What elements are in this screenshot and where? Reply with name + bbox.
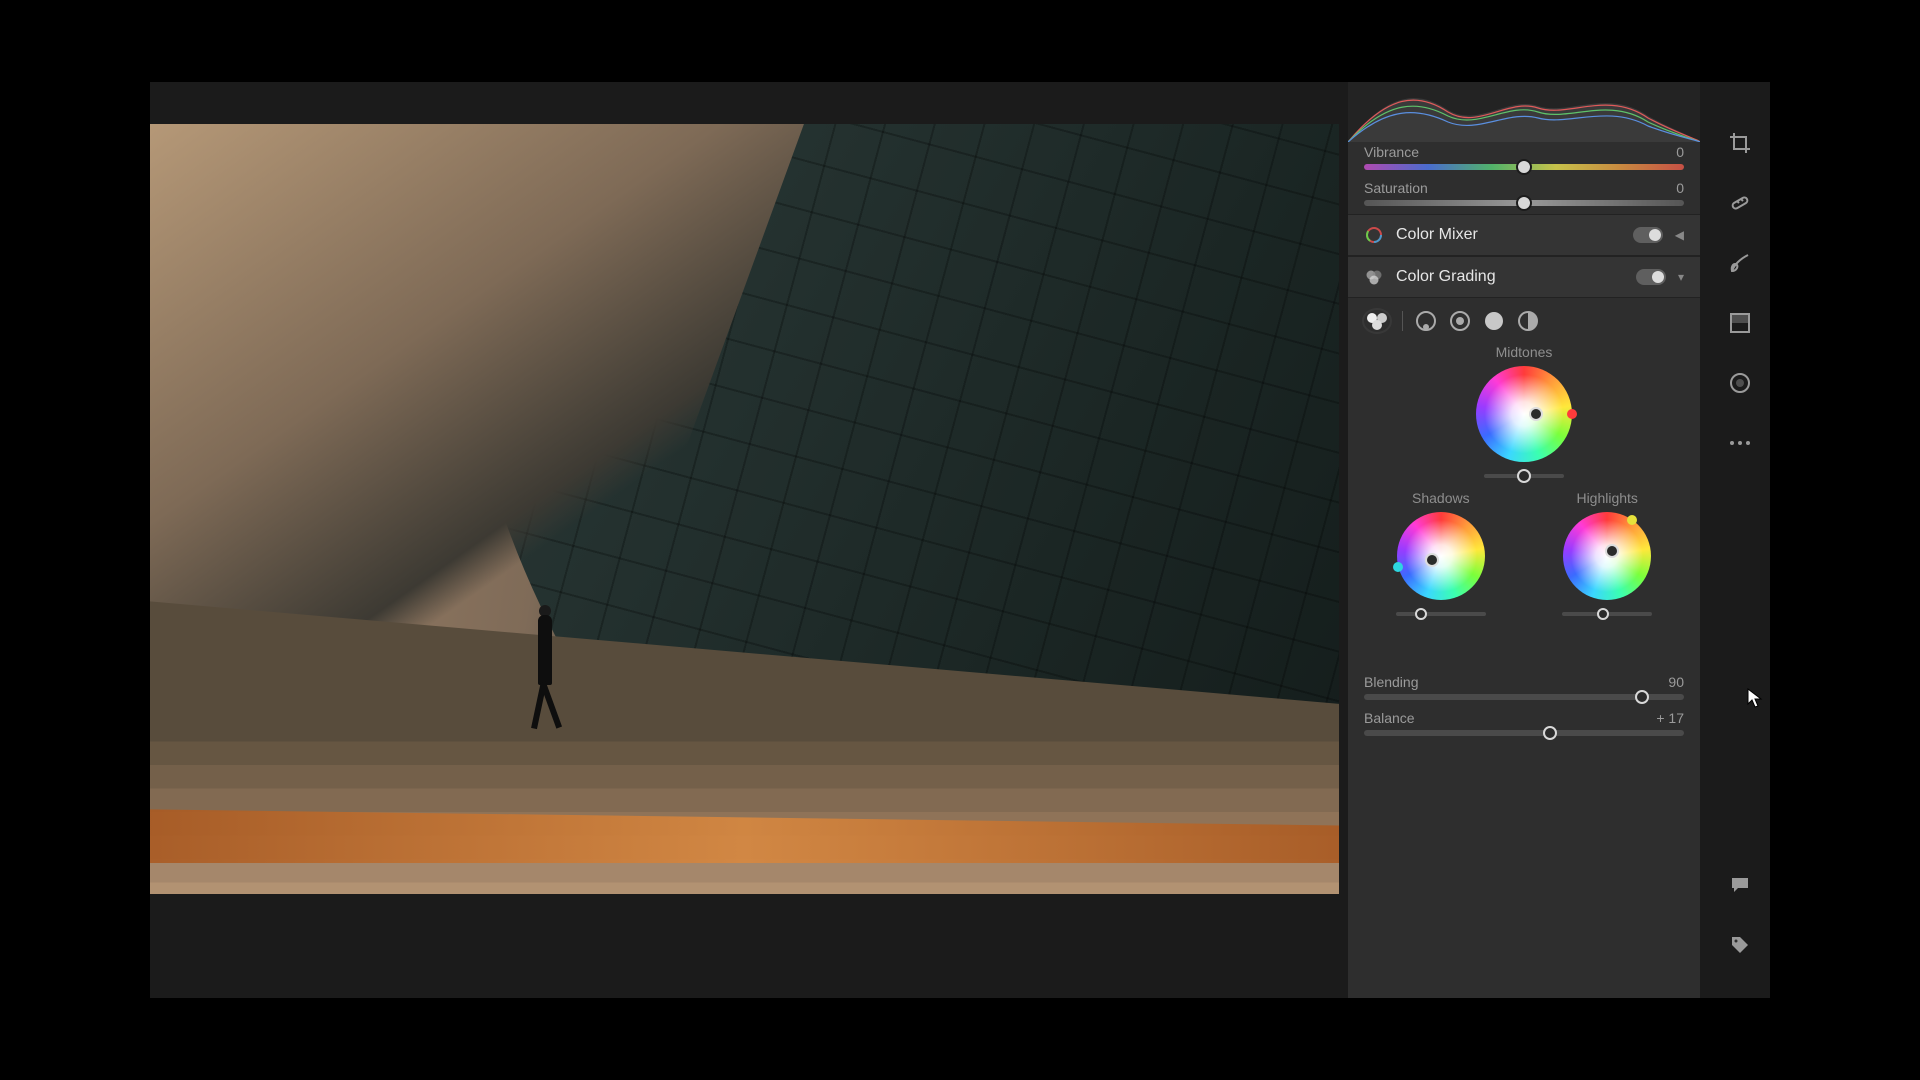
brush-icon[interactable] (1727, 250, 1753, 276)
color-mixer-toggle[interactable] (1633, 227, 1663, 243)
vibrance-knob[interactable] (1516, 159, 1532, 175)
shadows-edge-dot (1393, 562, 1403, 572)
color-grading-view-row (1348, 298, 1700, 336)
balance-slider[interactable] (1364, 730, 1684, 736)
more-icon[interactable] (1727, 430, 1753, 456)
view-global-icon[interactable] (1517, 310, 1539, 332)
midtones-label: Midtones (1496, 344, 1553, 360)
color-mixer-header[interactable]: Color Mixer ◀ (1348, 214, 1700, 256)
color-grading-icon (1364, 267, 1384, 287)
saturation-value: 0 (1676, 180, 1684, 196)
healing-icon[interactable] (1727, 190, 1753, 216)
saturation-slider[interactable] (1364, 200, 1684, 206)
color-grading-chevron-icon[interactable]: ▾ (1678, 270, 1684, 284)
view-midtones-icon[interactable] (1449, 310, 1471, 332)
saturation-label: Saturation (1364, 180, 1428, 196)
tag-icon[interactable] (1727, 932, 1753, 958)
color-mixer-chevron-icon[interactable]: ◀ (1675, 228, 1684, 242)
vibrance-row: Vibrance 0 (1348, 142, 1700, 178)
balance-row: Balance + 17 (1348, 708, 1700, 744)
shadows-wheel[interactable] (1397, 512, 1485, 600)
color-grading-toggle[interactable] (1636, 269, 1666, 285)
midtones-marker[interactable] (1529, 407, 1543, 421)
linear-gradient-icon[interactable] (1727, 310, 1753, 336)
color-mixer-icon (1364, 225, 1384, 245)
midtones-wheel[interactable] (1476, 366, 1572, 462)
midtones-luminance-slider[interactable] (1484, 474, 1564, 478)
saturation-knob[interactable] (1516, 195, 1532, 211)
midtones-luminance-knob[interactable] (1517, 469, 1531, 483)
histogram[interactable] (1348, 82, 1700, 142)
balance-value: + 17 (1656, 710, 1684, 726)
highlights-marker[interactable] (1605, 544, 1619, 558)
blending-slider[interactable] (1364, 694, 1684, 700)
blending-knob[interactable] (1635, 690, 1649, 704)
midtones-edge-dot (1567, 409, 1577, 419)
crop-icon[interactable] (1727, 130, 1753, 156)
saturation-row: Saturation 0 (1348, 178, 1700, 214)
highlights-wheel[interactable] (1563, 512, 1651, 600)
view-shadows-icon[interactable] (1415, 310, 1437, 332)
color-wheels: Midtones Shadows (1348, 336, 1700, 616)
blending-label: Blending (1364, 674, 1419, 690)
color-mixer-title: Color Mixer (1396, 226, 1621, 244)
photo-person (530, 605, 560, 725)
app-window: Vibrance 0 Saturation 0 Color Mixer (150, 82, 1770, 998)
cursor-icon (1747, 688, 1763, 708)
highlights-label: Highlights (1576, 490, 1637, 506)
color-grading-header[interactable]: Color Grading ▾ (1348, 256, 1700, 298)
shadows-luminance-slider[interactable] (1396, 612, 1486, 616)
blending-row: Blending 90 (1348, 672, 1700, 708)
comments-icon[interactable] (1727, 872, 1753, 898)
shadows-marker[interactable] (1425, 553, 1439, 567)
highlights-edge-dot (1627, 515, 1637, 525)
vibrance-value: 0 (1676, 144, 1684, 160)
highlights-luminance-slider[interactable] (1562, 612, 1652, 616)
radial-gradient-icon[interactable] (1727, 370, 1753, 396)
balance-knob[interactable] (1543, 726, 1557, 740)
edit-panel: Vibrance 0 Saturation 0 Color Mixer (1348, 82, 1700, 998)
view-highlights-icon[interactable] (1483, 310, 1505, 332)
image-preview[interactable] (150, 124, 1339, 894)
tool-rail (1710, 82, 1770, 998)
vibrance-label: Vibrance (1364, 144, 1419, 160)
blending-value: 90 (1668, 674, 1684, 690)
shadows-label: Shadows (1412, 490, 1470, 506)
shadows-luminance-knob[interactable] (1415, 608, 1427, 620)
view-three-way-icon[interactable] (1364, 310, 1390, 332)
color-grading-title: Color Grading (1396, 268, 1624, 286)
divider (1402, 311, 1403, 331)
balance-label: Balance (1364, 710, 1415, 726)
vibrance-slider[interactable] (1364, 164, 1684, 170)
highlights-luminance-knob[interactable] (1597, 608, 1609, 620)
